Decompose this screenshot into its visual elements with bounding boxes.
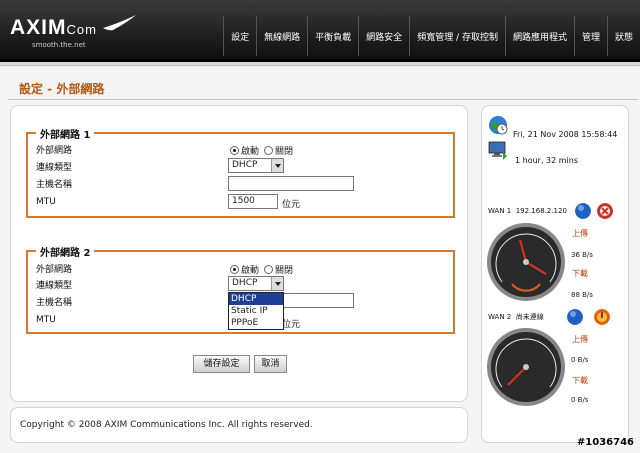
- wan2-enable-radio[interactable]: [230, 265, 239, 274]
- wan1-legend: 外部網路 1: [36, 126, 95, 141]
- wan1-status-label: WAN 1 192.168.2.120: [488, 207, 567, 215]
- wan1-download-label: 下載: [572, 269, 588, 278]
- chevron-down-icon[interactable]: [271, 159, 283, 172]
- wan2-disable-radio[interactable]: [264, 265, 274, 274]
- wan1-mtu-unit: 位元: [282, 200, 301, 210]
- wan2-status-label: WAN 2 尚未連線: [488, 312, 544, 322]
- wan2-conn-type-select[interactable]: DHCP: [228, 276, 284, 291]
- logo[interactable]: AXIMCom smooth.the.net: [10, 15, 136, 49]
- wan2-mtu-label: MTU: [36, 315, 56, 325]
- logo-tagline: smooth.the.net: [32, 41, 86, 49]
- wan1-enable-radios: 啟動 關閉: [230, 144, 298, 157]
- disconnect-icon[interactable]: [597, 203, 613, 219]
- wan2-download-label: 下載: [572, 376, 588, 385]
- wan2-upload-value: 0 B/s: [571, 356, 589, 364]
- wan1-conn-type-value: DHCP: [232, 160, 258, 170]
- wan2-mtu-unit: 位元: [282, 320, 301, 330]
- wan2-ip: 尚未連線: [515, 313, 544, 321]
- wan2-name: WAN 2: [488, 313, 512, 321]
- wan1-name: WAN 1: [488, 207, 512, 215]
- wan1-download-value: 88 B/s: [571, 291, 593, 299]
- wan1-mtu-label: MTU: [36, 197, 56, 207]
- wan1-gauge: [487, 223, 565, 301]
- status-datetime: Fri, 21 Nov 2008 15:58:44: [513, 130, 618, 139]
- clock-globe-icon: [489, 116, 508, 135]
- logo-suffix: Com: [66, 22, 97, 37]
- wan2-enable-radio-label: 啟動: [241, 266, 260, 276]
- globe-icon[interactable]: [567, 309, 583, 325]
- save-button[interactable]: 儲存設定: [193, 355, 250, 373]
- wan1-upload-label: 上傳: [572, 229, 588, 238]
- top-header: AXIMCom smooth.the.net 設定 無線網路 平衡負載 網路安全…: [0, 0, 640, 62]
- nav-item-wireless[interactable]: 無線網路: [256, 16, 308, 56]
- wan1-enable-radio-label: 啟動: [241, 147, 260, 157]
- wan2-conn-type-label: 連線類型: [36, 281, 73, 291]
- page-title: 設定 - 外部網路: [19, 82, 105, 96]
- wan1-ip: 192.168.2.120: [515, 207, 567, 215]
- cancel-button[interactable]: 取消: [254, 355, 287, 373]
- nav-item-load-balance[interactable]: 平衡負載: [307, 16, 359, 56]
- wan1-mtu-input[interactable]: 1500: [228, 194, 278, 209]
- wan2-legend: 外部網路 2: [36, 244, 95, 259]
- wan1-upload-value: 36 B/s: [571, 251, 593, 259]
- wan1-enable-label: 外部網路: [36, 146, 73, 156]
- dropdown-option-dhcp[interactable]: DHCP: [229, 293, 283, 305]
- main-nav: 設定 無線網路 平衡負載 網路安全 頻寬管理 / 存取控制 網路應用程式 管理 …: [223, 16, 640, 56]
- nav-item-settings[interactable]: 設定: [223, 16, 257, 56]
- wan2-upload-label: 上傳: [572, 335, 588, 344]
- wan1-conn-type-label: 連線類型: [36, 163, 73, 173]
- chevron-down-icon[interactable]: [271, 277, 283, 290]
- logo-text: AXIM: [10, 16, 67, 39]
- monitor-icon: [488, 141, 507, 160]
- wan2-gauge: [487, 328, 565, 406]
- bird-logo-icon: [103, 15, 136, 31]
- wan2-download-value: 0 B/s: [571, 396, 589, 404]
- nav-item-bandwidth[interactable]: 頻寬管理 / 存取控制: [409, 16, 505, 56]
- nav-item-status[interactable]: 狀態: [606, 16, 640, 56]
- connect-icon[interactable]: [594, 309, 610, 325]
- nav-item-admin[interactable]: 管理: [573, 16, 607, 56]
- dropdown-option-pppoe[interactable]: PPPoE: [229, 317, 283, 329]
- nav-item-security[interactable]: 網路安全: [358, 16, 410, 56]
- wan1-conn-type-select[interactable]: DHCP: [228, 158, 284, 173]
- status-uptime: 1 hour, 32 mins: [515, 156, 579, 165]
- wan1-hostname-label: 主機名稱: [36, 180, 73, 190]
- wan2-enable-label: 外部網路: [36, 265, 73, 275]
- wan1-enable-radio[interactable]: [230, 146, 239, 155]
- wan2-conn-type-dropdown: DHCP Static IP PPPoE: [228, 292, 284, 330]
- wan1-hostname-input[interactable]: [228, 176, 354, 191]
- globe-icon[interactable]: [575, 203, 591, 219]
- wan1-disable-radio[interactable]: [264, 146, 274, 155]
- wan1-disable-radio-label: 關閉: [275, 147, 294, 157]
- wan2-disable-radio-label: 關閉: [275, 266, 294, 276]
- dropdown-option-static-ip[interactable]: Static IP: [229, 305, 283, 317]
- wan2-conn-type-value: DHCP: [232, 278, 258, 288]
- wan2-enable-radios: 啟動 關閉: [230, 263, 298, 276]
- nav-item-apps[interactable]: 網路應用程式: [504, 16, 574, 56]
- watermark: #1036746: [576, 437, 634, 448]
- copyright-text: Copyright © 2008 AXIM Communications Inc…: [20, 420, 313, 430]
- wan2-hostname-label: 主機名稱: [36, 298, 73, 308]
- title-divider: [8, 99, 638, 100]
